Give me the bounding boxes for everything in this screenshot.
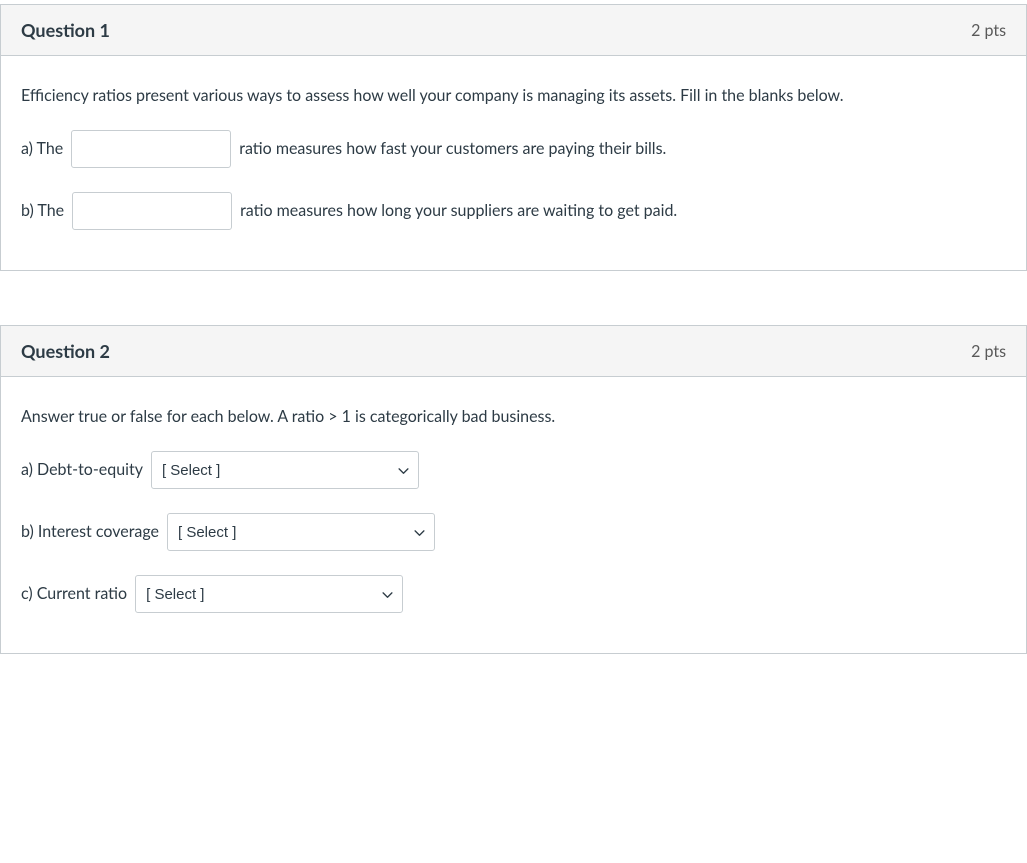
select-row-c: c) Current ratio [ Select ]: [21, 575, 1006, 613]
question-points: 2 pts: [971, 21, 1006, 40]
select-interest-coverage[interactable]: [ Select ]: [167, 513, 435, 551]
question-header: Question 2 2 pts: [1, 326, 1026, 377]
part-label: a) Debt-to-equity: [21, 458, 143, 482]
select-wrap: [ Select ]: [135, 575, 403, 613]
blank-input-a[interactable]: [71, 130, 231, 168]
part-label: a) The: [21, 137, 63, 161]
part-label: b) The: [21, 199, 64, 223]
question-card-1: Question 1 2 pts Efficiency ratios prese…: [0, 4, 1027, 271]
question-card-2: Question 2 2 pts Answer true or false fo…: [0, 325, 1027, 654]
question-title: Question 2: [21, 340, 110, 362]
select-current-ratio[interactable]: [ Select ]: [135, 575, 403, 613]
fill-blank-row-b: b) The ratio measures how long your supp…: [21, 192, 1006, 230]
select-wrap: [ Select ]: [167, 513, 435, 551]
select-row-b: b) Interest coverage [ Select ]: [21, 513, 1006, 551]
part-text-after: ratio measures how fast your customers a…: [239, 137, 666, 161]
card-spacer: [0, 271, 1027, 321]
question-prompt: Answer true or false for each below. A r…: [21, 405, 1006, 429]
select-wrap: [ Select ]: [151, 451, 419, 489]
part-label: c) Current ratio: [21, 582, 127, 606]
blank-input-b[interactable]: [72, 192, 232, 230]
question-body: Answer true or false for each below. A r…: [1, 377, 1026, 653]
question-header: Question 1 2 pts: [1, 5, 1026, 56]
question-title: Question 1: [21, 19, 110, 41]
fill-blank-row-a: a) The ratio measures how fast your cust…: [21, 130, 1006, 168]
question-body: Efficiency ratios present various ways t…: [1, 56, 1026, 270]
question-prompt: Efficiency ratios present various ways t…: [21, 84, 1006, 108]
part-text-after: ratio measures how long your suppliers a…: [240, 199, 677, 223]
question-points: 2 pts: [971, 342, 1006, 361]
select-debt-to-equity[interactable]: [ Select ]: [151, 451, 419, 489]
part-label: b) Interest coverage: [21, 520, 159, 544]
select-row-a: a) Debt-to-equity [ Select ]: [21, 451, 1006, 489]
